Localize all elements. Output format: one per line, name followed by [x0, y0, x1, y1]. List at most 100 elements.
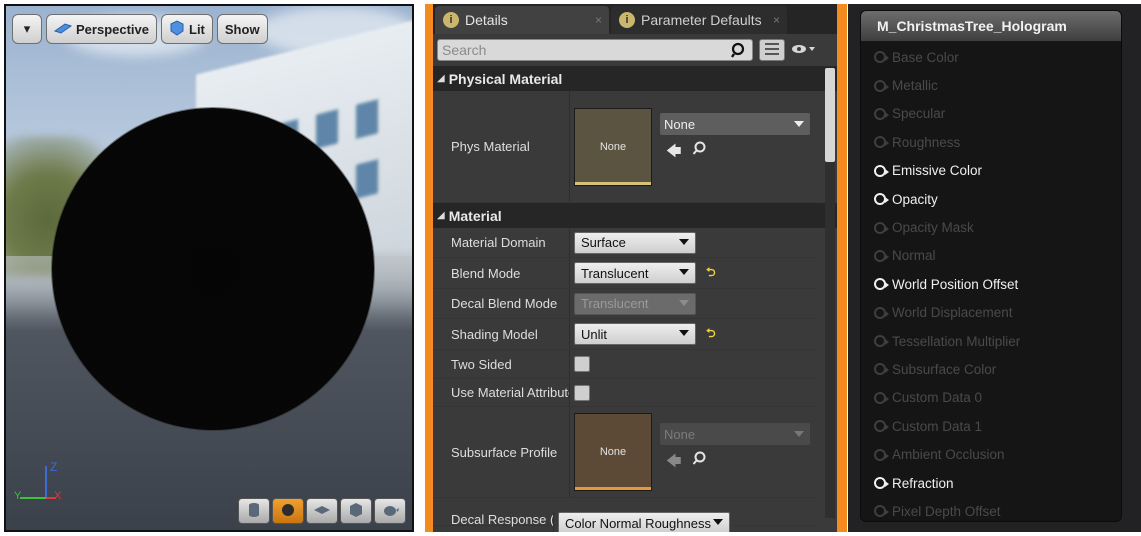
property-value: Translucent [569, 289, 817, 318]
blend-mode-row: Blend Mode Translucent ⮌ [433, 258, 817, 289]
reset-to-default-icon[interactable]: ⮌ [706, 263, 716, 284]
details-tabs: i Details × i Parameter Defaults × [433, 4, 837, 34]
property-matrix-button[interactable] [759, 39, 785, 61]
two-sided-checkbox[interactable] [574, 356, 590, 372]
property-label: Blend Mode [451, 265, 521, 281]
input-pin-row[interactable]: Opacity [861, 185, 1121, 213]
axis-z-label: Z [50, 460, 58, 474]
phys-material-dropdown[interactable]: None [660, 113, 810, 135]
perspective-button[interactable]: Perspective [46, 14, 157, 44]
node-pin-list: Base Color Metallic Specular Roughness Emiss… [861, 41, 1121, 521]
shading-model-dropdown[interactable]: Unlit [574, 323, 696, 345]
show-button[interactable]: Show [216, 14, 268, 44]
property-value: Translucent ⮌ [569, 258, 817, 288]
material-domain-row: Material Domain Surface [433, 228, 817, 258]
phys-material-value: None None 🡄 [569, 91, 817, 202]
sphere-preview-button[interactable] [272, 498, 304, 524]
pin-connector-icon[interactable] [874, 193, 889, 206]
lit-button[interactable]: Lit [161, 14, 213, 44]
pin-connector-icon [874, 306, 889, 319]
input-pin-row: Custom Data 0 [861, 384, 1121, 412]
material-domain-dropdown[interactable]: Surface [574, 231, 696, 254]
pin-connector-icon[interactable] [874, 278, 889, 291]
category-label: Material [448, 207, 502, 224]
use-selected-arrow-icon[interactable]: 🡄 [666, 141, 682, 166]
pin-connector-icon [874, 136, 889, 149]
viewport-menu-button[interactable]: ▾ [12, 14, 42, 44]
pin-label: Metallic [892, 78, 938, 94]
viewport-panel[interactable]: ▾ Perspective Lit Show Z Y X [4, 4, 414, 532]
decal-response-label: Decal Response (DBuffer) [451, 512, 553, 527]
pin-label: Opacity Mask [892, 220, 974, 236]
property-label: Decal Blend Mode [451, 296, 558, 311]
chevron-down-icon: ▾ [23, 21, 31, 36]
preview-sphere [52, 108, 374, 430]
physical-material-header[interactable]: ◢ Physical Material [433, 66, 837, 91]
building-window [356, 159, 378, 199]
property-value [569, 379, 817, 406]
input-pin-row[interactable]: Emissive Color [861, 157, 1121, 185]
perspective-camera-icon [53, 22, 73, 37]
decal-blend-mode-dropdown: Translucent [574, 292, 696, 315]
dropdown-arrow-icon [794, 121, 804, 127]
collapse-triangle-icon: ◢ [437, 210, 445, 221]
plane-preview-button[interactable] [306, 498, 338, 524]
browse-search-icon [692, 451, 706, 476]
axis-y-label: Y [14, 490, 22, 502]
info-icon: i [619, 12, 635, 28]
phys-material-thumbnail[interactable]: None [574, 107, 652, 186]
use-material-attributes-checkbox[interactable] [574, 384, 590, 401]
input-pin-row[interactable]: Refraction [861, 469, 1121, 497]
input-pin-row: Subsurface Color [861, 355, 1121, 383]
cylinder-preview-button[interactable] [238, 498, 270, 524]
search-input[interactable]: Search [437, 39, 753, 61]
material-header[interactable]: ◢ Material [433, 203, 837, 228]
material-result-node[interactable]: M_ChristmasTree_Hologram Base Color Metal… [860, 10, 1122, 522]
close-icon[interactable]: × [595, 13, 602, 27]
thumbnail-accent-bar [575, 487, 651, 490]
input-pin-row: Metallic [861, 71, 1121, 99]
asset-buttons: 🡄 [660, 451, 810, 476]
input-pin-row: World Displacement [861, 299, 1121, 327]
scrollbar-thumb[interactable] [825, 68, 835, 162]
visibility-filter-button[interactable] [791, 43, 815, 58]
subsurface-profile-label: Subsurface Profile [451, 444, 558, 460]
decal-response-dropdown[interactable]: Color Normal Roughness [558, 512, 730, 532]
property-value: Unlit ⮌ [569, 319, 817, 349]
cube-preview-button[interactable] [340, 498, 372, 524]
dropdown-arrow-icon [679, 269, 689, 275]
input-pin-row: Normal [861, 242, 1121, 270]
input-pin-row: Base Color [861, 43, 1121, 71]
tab-parameter-defaults[interactable]: i Parameter Defaults × [611, 6, 787, 34]
details-panel-frame: i Details × i Parameter Defaults × Searc… [425, 4, 847, 532]
input-pin-row[interactable]: World Position Offset [861, 270, 1121, 298]
blend-mode-dropdown[interactable]: Translucent [574, 262, 696, 284]
input-pin-row: Pixel Depth Offset [861, 497, 1121, 521]
search-row: Search [433, 34, 837, 66]
close-icon[interactable]: × [773, 13, 780, 27]
subsurface-profile-thumbnail[interactable]: None [574, 413, 652, 491]
tab-details[interactable]: i Details × [435, 6, 609, 34]
pin-connector-icon [874, 335, 889, 348]
dropdown-value: Translucent [581, 265, 649, 281]
browse-search-icon[interactable] [692, 141, 706, 166]
dropdown-value: Surface [581, 235, 626, 250]
tab-label: Details [465, 12, 508, 28]
dropdown-arrow-icon [713, 519, 723, 525]
asset-buttons: 🡄 [660, 141, 810, 166]
pin-label: Tessellation Multiplier [892, 333, 1021, 349]
building-window [316, 109, 338, 149]
two-sided-label: Two Sided [451, 356, 512, 372]
perspective-label: Perspective [76, 21, 149, 37]
reset-to-default-icon[interactable]: ⮌ [706, 324, 716, 345]
lit-label: Lit [189, 21, 205, 37]
dropdown-value: None [664, 426, 696, 442]
pin-connector-icon[interactable] [874, 477, 889, 490]
dropdown-value: Unlit [581, 326, 608, 342]
use-selected-arrow-icon: 🡄 [666, 453, 682, 470]
pin-label: Pixel Depth Offset [892, 503, 1001, 519]
pin-connector-icon[interactable] [874, 164, 889, 177]
teapot-preview-button[interactable] [374, 498, 406, 524]
subsurface-profile-picker: None 🡄 [660, 423, 810, 476]
node-title: M_ChristmasTree_Hologram [861, 11, 1121, 41]
